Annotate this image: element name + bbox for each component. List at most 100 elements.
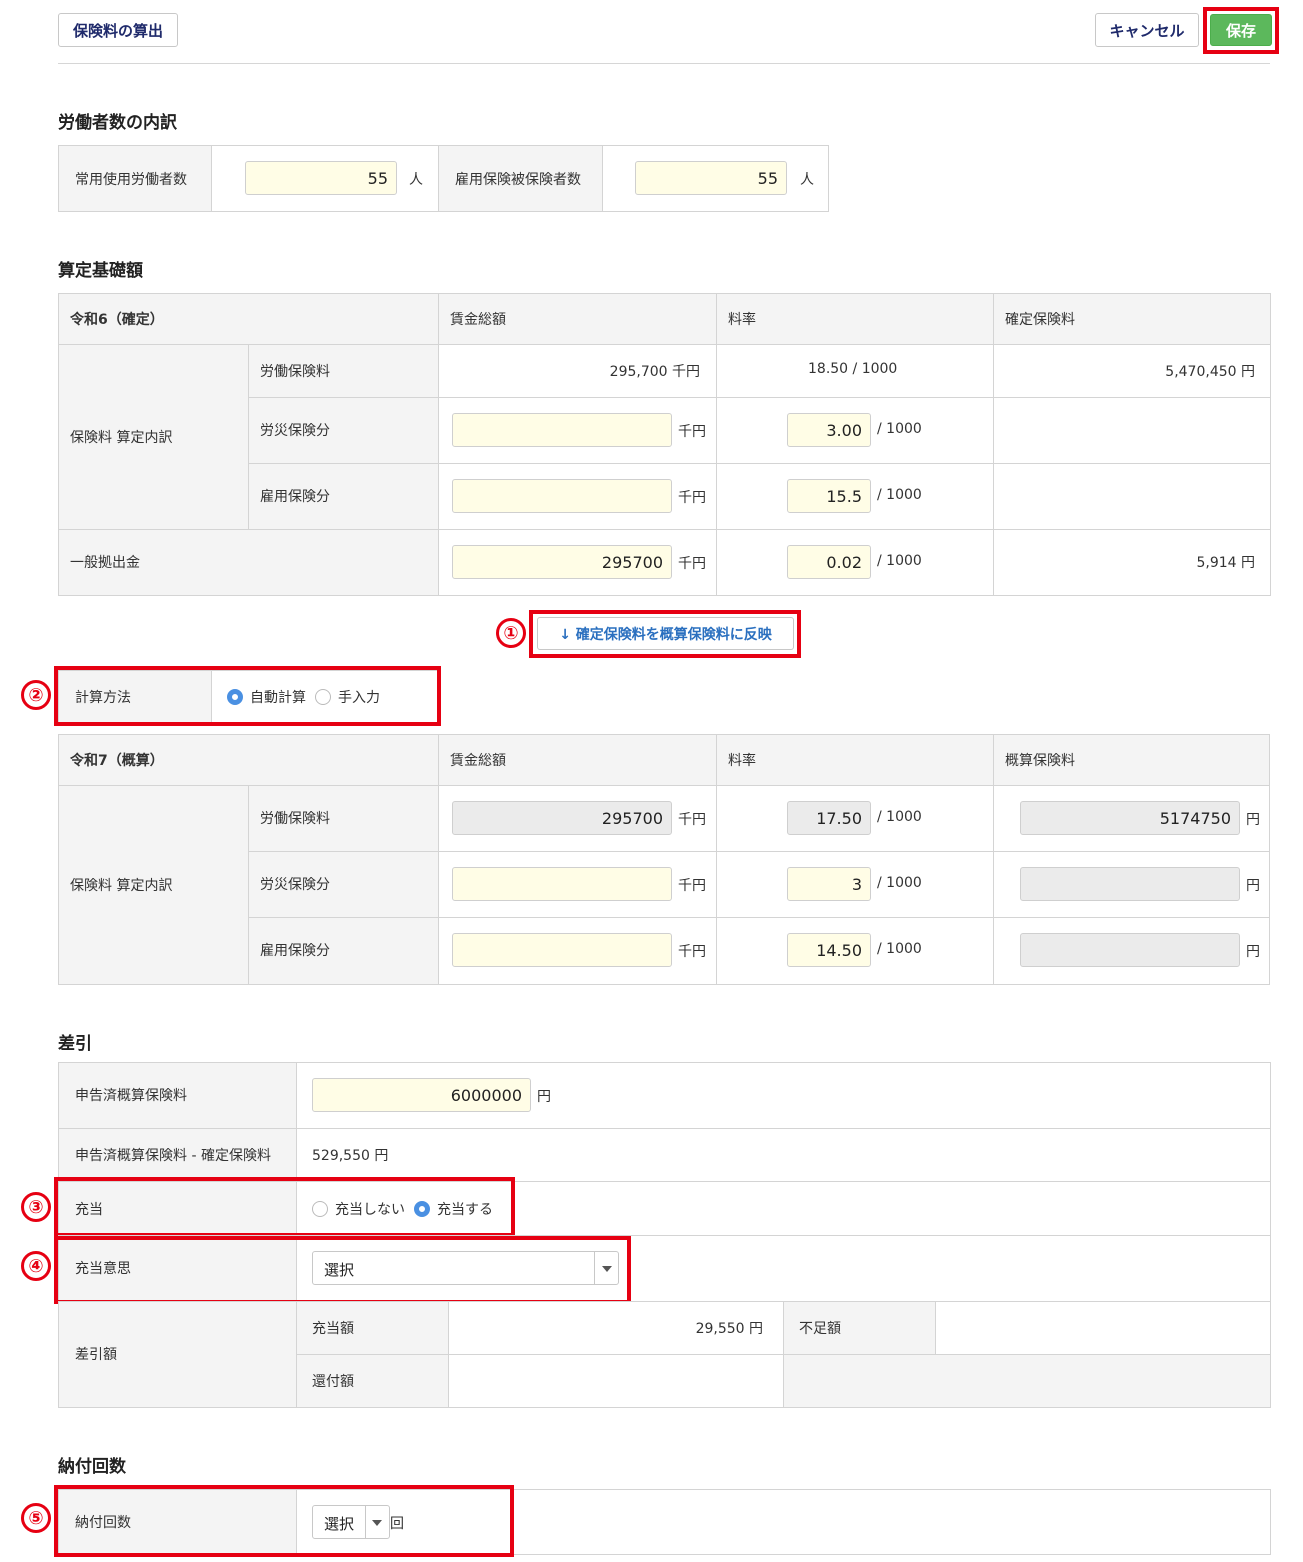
est-group-cell: 保険料 算定内訳 bbox=[58, 785, 249, 985]
calc-method-highlight-box bbox=[54, 666, 441, 726]
basis-labor-wage: 295,700 千円 bbox=[609, 364, 700, 380]
est-workcomp-label: 労災保険分 bbox=[260, 877, 330, 893]
allot-amount-value-cell: 29,550 円 bbox=[448, 1301, 784, 1355]
marker-2: ② bbox=[21, 680, 51, 710]
est-labor-wage-unit: 千円 bbox=[678, 812, 706, 828]
est-labor-wage-input: 295700 bbox=[452, 801, 672, 835]
marker-3: ③ bbox=[21, 1192, 51, 1222]
basis-wage-header: 賃金総額 bbox=[438, 293, 717, 345]
marker-5: ⑤ bbox=[21, 1503, 51, 1533]
basis-employ-label: 雇用保険分 bbox=[260, 489, 330, 505]
allot-highlight-box bbox=[54, 1177, 515, 1237]
insured-unit: 人 bbox=[800, 172, 814, 188]
est-workcomp-premium-unit: 円 bbox=[1246, 878, 1260, 894]
basis-general-label-cell: 一般拠出金 bbox=[58, 529, 439, 596]
regular-workers-unit: 人 bbox=[409, 172, 423, 188]
est-employ-rate-input[interactable]: 14.50 bbox=[787, 933, 871, 967]
minus-label: 申告済概算保険料 - 確定保険料 bbox=[75, 1148, 271, 1164]
workers-title: 労働者数の内訳 bbox=[58, 113, 177, 133]
basis-labor-wage-cell: 295,700 千円 bbox=[438, 344, 717, 398]
est-year-header-ext bbox=[248, 734, 439, 786]
regular-workers-label: 常用使用労働者数 bbox=[75, 172, 187, 188]
basis-employ-rate-unit: / 1000 bbox=[877, 487, 922, 503]
basis-group-label: 保険料 算定内訳 bbox=[70, 430, 173, 446]
refund-label: 還付額 bbox=[312, 1374, 354, 1390]
regular-workers-input[interactable]: 55 bbox=[245, 161, 397, 195]
shortfall-label: 不足額 bbox=[799, 1321, 841, 1337]
est-employ-wage-input[interactable] bbox=[452, 933, 672, 967]
est-labor-label: 労働保険料 bbox=[260, 811, 330, 827]
est-labor-label-cell: 労働保険料 bbox=[248, 785, 439, 852]
declared-label: 申告済概算保険料 bbox=[75, 1088, 187, 1104]
refund-empty-cell bbox=[783, 1354, 1271, 1408]
basis-general-rate-input[interactable]: 0.02 bbox=[787, 545, 871, 579]
minus-label-cell: 申告済概算保険料 - 確定保険料 bbox=[58, 1128, 297, 1182]
est-year-label: 令和7（概算） bbox=[70, 753, 164, 769]
cancel-button[interactable]: キャンセル bbox=[1095, 13, 1199, 47]
basis-workcomp-wage-input[interactable] bbox=[452, 413, 672, 447]
basis-general-wage-input[interactable]: 295700 bbox=[452, 545, 672, 579]
est-workcomp-premium-input bbox=[1020, 867, 1240, 901]
basis-labor-label: 労働保険料 bbox=[260, 364, 330, 380]
basis-rate-col: 料率 bbox=[728, 312, 756, 328]
basis-year-header: 令和6（確定） bbox=[58, 293, 439, 345]
basis-labor-label-cell: 労働保険料 bbox=[248, 344, 439, 398]
est-premium-col: 概算保険料 bbox=[1005, 753, 1075, 769]
insured-input[interactable]: 55 bbox=[635, 161, 787, 195]
refund-value-cell bbox=[448, 1354, 784, 1408]
intent-highlight-box bbox=[54, 1236, 631, 1304]
allot-amount-value: 29,550 円 bbox=[695, 1321, 763, 1337]
save-button[interactable]: 保存 bbox=[1210, 14, 1272, 46]
est-rate-col: 料率 bbox=[728, 753, 756, 769]
basis-workcomp-label: 労災保険分 bbox=[260, 423, 330, 439]
payment-highlight-box bbox=[54, 1485, 514, 1557]
basis-general-premium: 5,914 円 bbox=[1196, 555, 1255, 571]
basis-employ-rate-input[interactable]: 15.5 bbox=[787, 479, 871, 513]
basis-labor-rate-cell: 18.50 / 1000 bbox=[716, 344, 994, 398]
basis-employ-wage-input[interactable] bbox=[452, 479, 672, 513]
shortfall-label-cell: 不足額 bbox=[783, 1301, 936, 1355]
basis-employ-wage-unit: 千円 bbox=[678, 490, 706, 506]
diff-title: 差引 bbox=[58, 1034, 92, 1054]
regular-workers-label-cell: 常用使用労働者数 bbox=[58, 145, 212, 212]
refund-label-cell: 還付額 bbox=[296, 1354, 449, 1408]
declared-input[interactable]: 6000000 bbox=[312, 1078, 531, 1112]
minus-value-cell: 529,550 円 bbox=[296, 1128, 1271, 1182]
basis-employ-premium-cell bbox=[993, 463, 1271, 530]
basis-group-cell: 保険料 算定内訳 bbox=[58, 344, 249, 530]
insured-label-cell: 雇用保険被保険者数 bbox=[438, 145, 603, 212]
est-employ-rate-unit: / 1000 bbox=[877, 941, 922, 957]
est-wage-col: 賃金総額 bbox=[450, 753, 506, 769]
est-premium-header: 概算保険料 bbox=[993, 734, 1270, 786]
net-label-cell: 差引額 bbox=[58, 1301, 297, 1408]
est-employ-label: 雇用保険分 bbox=[260, 943, 330, 959]
est-rate-header: 料率 bbox=[716, 734, 994, 786]
est-year-header: 令和7（概算） bbox=[58, 734, 249, 786]
basis-premium-col: 確定保険料 bbox=[1005, 312, 1075, 328]
allot-amount-label-cell: 充当額 bbox=[296, 1301, 449, 1355]
est-workcomp-rate-unit: / 1000 bbox=[877, 875, 922, 891]
est-labor-premium-unit: 円 bbox=[1246, 812, 1260, 828]
marker-4: ④ bbox=[21, 1251, 51, 1281]
basis-premium-header: 確定保険料 bbox=[993, 293, 1271, 345]
toolbar-divider bbox=[58, 63, 1270, 64]
declared-label-cell: 申告済概算保険料 bbox=[58, 1062, 297, 1129]
basis-year-label: 令和6（確定） bbox=[70, 312, 164, 328]
est-labor-premium-input: 5174750 bbox=[1020, 801, 1240, 835]
net-label: 差引額 bbox=[75, 1347, 117, 1363]
basis-labor-premium: 5,470,450 円 bbox=[1165, 364, 1255, 380]
est-workcomp-wage-input[interactable] bbox=[452, 867, 672, 901]
basis-workcomp-rate-unit: / 1000 bbox=[877, 421, 922, 437]
est-labor-rate-unit: / 1000 bbox=[877, 809, 922, 825]
basis-workcomp-rate-input[interactable]: 3.00 bbox=[787, 413, 871, 447]
calc-premium-button[interactable]: 保険料の算出 bbox=[58, 13, 178, 47]
basis-general-premium-cell: 5,914 円 bbox=[993, 529, 1271, 596]
est-wage-header: 賃金総額 bbox=[438, 734, 717, 786]
minus-value: 529,550 円 bbox=[312, 1148, 389, 1164]
est-group-label: 保険料 算定内訳 bbox=[70, 878, 173, 894]
basis-workcomp-wage-unit: 千円 bbox=[678, 424, 706, 440]
est-workcomp-rate-input[interactable]: 3 bbox=[787, 867, 871, 901]
marker-1: ① bbox=[496, 618, 526, 648]
basis-title: 算定基礎額 bbox=[58, 261, 143, 281]
reflect-button[interactable]: ↓ 確定保険料を概算保険料に反映 bbox=[537, 617, 794, 650]
